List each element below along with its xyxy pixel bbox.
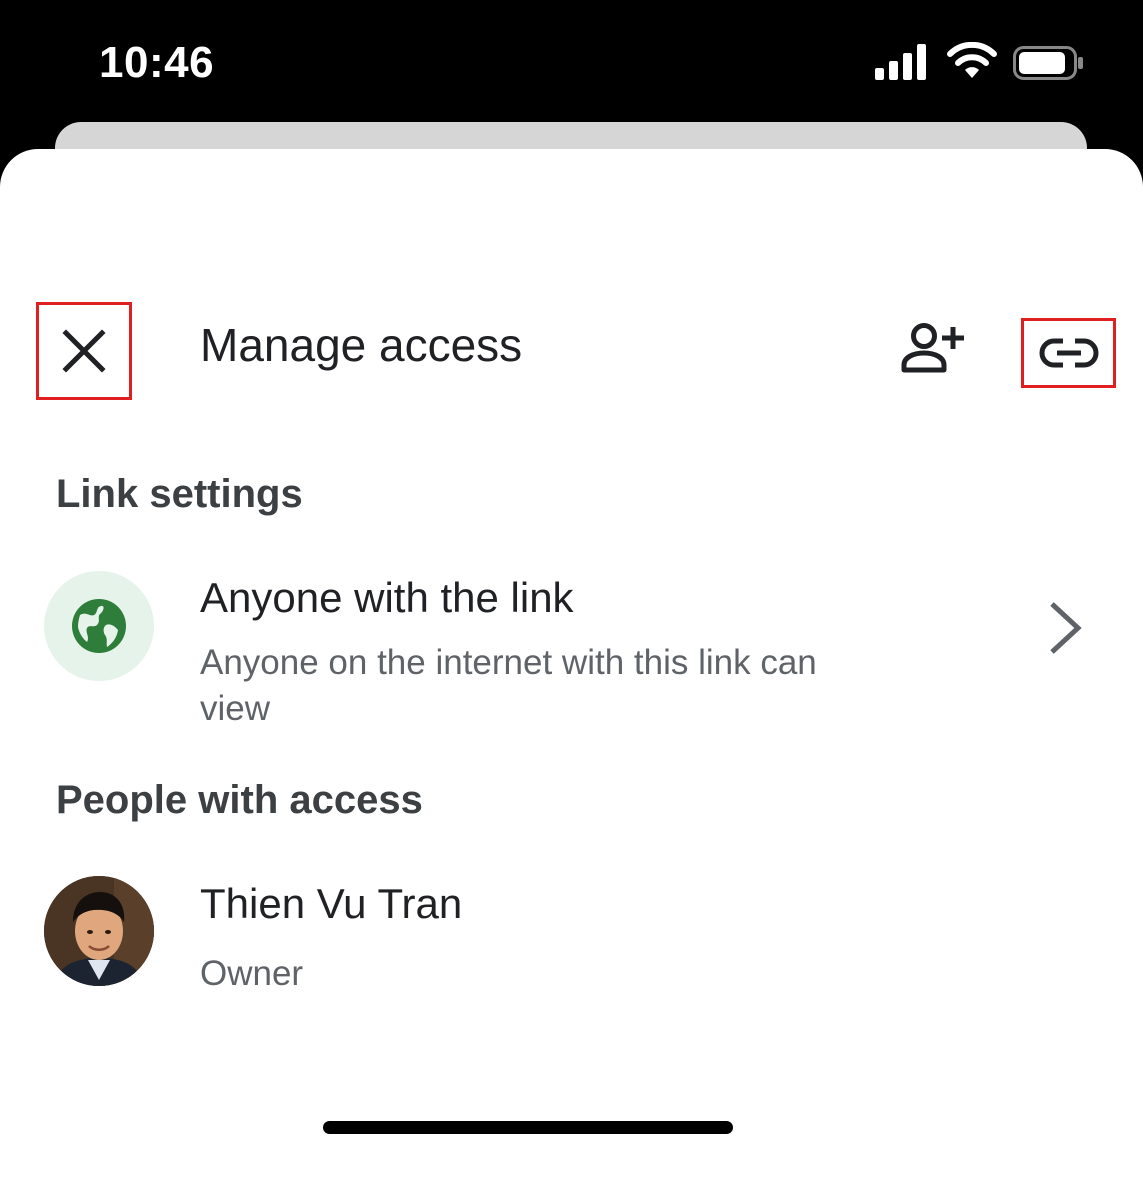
globe-icon bbox=[72, 599, 126, 653]
copy-link-button[interactable] bbox=[1021, 318, 1116, 388]
person-add-icon bbox=[901, 323, 964, 373]
battery-icon bbox=[1013, 46, 1083, 80]
list-item[interactable]: Thien Vu Tran Owner bbox=[0, 870, 1143, 1000]
status-icons bbox=[875, 40, 1087, 84]
signal-icon bbox=[875, 44, 926, 80]
home-indicator bbox=[323, 1121, 733, 1134]
avatar bbox=[44, 876, 154, 986]
page-title: Manage access bbox=[200, 319, 523, 371]
people-with-access-heading: People with access bbox=[56, 778, 423, 822]
globe-icon-circle bbox=[44, 571, 154, 681]
status-time: 10:46 bbox=[99, 38, 215, 87]
person-name: Thien Vu Tran bbox=[200, 880, 463, 927]
link-setting-row[interactable]: Anyone with the link Anyone on the inter… bbox=[0, 560, 1143, 735]
link-settings-heading: Link settings bbox=[56, 472, 303, 516]
link-access-title: Anyone with the link bbox=[200, 574, 574, 621]
chevron-right-icon bbox=[1050, 602, 1082, 654]
add-person-button[interactable] bbox=[896, 318, 970, 378]
person-role: Owner bbox=[200, 954, 304, 993]
wifi-icon bbox=[947, 42, 997, 78]
close-button[interactable] bbox=[36, 302, 132, 400]
status-bar: 10:46 bbox=[0, 0, 1143, 125]
link-access-description: Anyone on the internet with this link ca… bbox=[200, 643, 817, 728]
link-icon bbox=[1039, 338, 1098, 368]
close-icon bbox=[62, 329, 106, 373]
